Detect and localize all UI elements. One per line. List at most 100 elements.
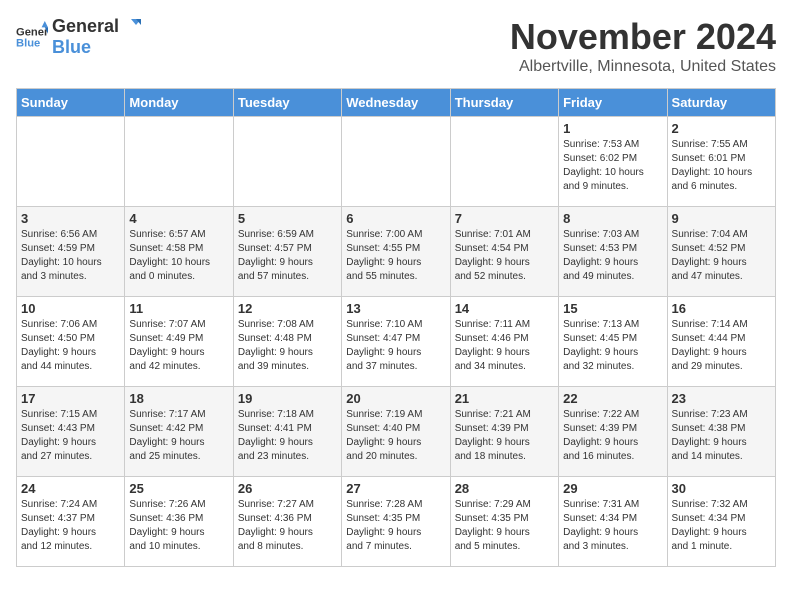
day-number: 1 — [563, 121, 662, 136]
day-info: Sunrise: 7:29 AM Sunset: 4:35 PM Dayligh… — [455, 498, 554, 554]
day-info: Sunrise: 7:01 AM Sunset: 4:54 PM Dayligh… — [455, 228, 554, 284]
day-info: Sunrise: 7:27 AM Sunset: 4:36 PM Dayligh… — [238, 498, 337, 554]
day-number: 6 — [346, 211, 445, 226]
day-info: Sunrise: 7:32 AM Sunset: 4:34 PM Dayligh… — [672, 498, 771, 554]
day-info: Sunrise: 7:26 AM Sunset: 4:36 PM Dayligh… — [129, 498, 228, 554]
logo-blue-text: Blue — [52, 37, 141, 58]
day-info: Sunrise: 7:28 AM Sunset: 4:35 PM Dayligh… — [346, 498, 445, 554]
day-info: Sunrise: 7:22 AM Sunset: 4:39 PM Dayligh… — [563, 408, 662, 464]
table-row: 7 Sunrise: 7:01 AM Sunset: 4:54 PM Daylig… — [450, 207, 558, 297]
table-row: 22 Sunrise: 7:22 AM Sunset: 4:39 PM Dayli… — [559, 387, 667, 477]
table-row: 26 Sunrise: 7:27 AM Sunset: 4:36 PM Dayli… — [233, 477, 341, 567]
day-number: 26 — [238, 481, 337, 496]
day-number: 15 — [563, 301, 662, 316]
header-friday: Friday — [559, 89, 667, 117]
table-row: 28Sunrise: 7:29 AM Sunset: 4:35 PM Dayli… — [450, 477, 558, 567]
table-row: 4 Sunrise: 6:57 AM Sunset: 4:58 PM Daylig… — [125, 207, 233, 297]
day-number: 13 — [346, 301, 445, 316]
table-row: 15 Sunrise: 7:13 AM Sunset: 4:45 PM Dayli… — [559, 297, 667, 387]
calendar-header-row: Sunday Monday Tuesday Wednesday Thursday… — [17, 89, 776, 117]
day-number: 14 — [455, 301, 554, 316]
day-number: 3 — [21, 211, 120, 226]
day-info: Sunrise: 7:18 AM Sunset: 4:41 PM Dayligh… — [238, 408, 337, 464]
header-wednesday: Wednesday — [342, 89, 450, 117]
table-row: 8Sunrise: 7:03 AM Sunset: 4:53 PM Daylig… — [559, 207, 667, 297]
day-info: Sunrise: 6:56 AM Sunset: 4:59 PM Dayligh… — [21, 228, 120, 284]
logo-general-text: General — [52, 16, 119, 37]
day-number: 29 — [563, 481, 662, 496]
calendar-week-3: 10Sunrise: 7:06 AM Sunset: 4:50 PM Dayli… — [17, 297, 776, 387]
day-number: 23 — [672, 391, 771, 406]
day-info: Sunrise: 7:14 AM Sunset: 4:44 PM Dayligh… — [672, 318, 771, 374]
day-number: 19 — [238, 391, 337, 406]
day-number: 12 — [238, 301, 337, 316]
day-info: Sunrise: 6:57 AM Sunset: 4:58 PM Dayligh… — [129, 228, 228, 284]
day-info: Sunrise: 6:59 AM Sunset: 4:57 PM Dayligh… — [238, 228, 337, 284]
day-number: 4 — [129, 211, 228, 226]
calendar-week-2: 3 Sunrise: 6:56 AM Sunset: 4:59 PM Daylig… — [17, 207, 776, 297]
day-number: 8 — [563, 211, 662, 226]
header-sunday: Sunday — [17, 89, 125, 117]
table-row: 20Sunrise: 7:19 AM Sunset: 4:40 PM Dayli… — [342, 387, 450, 477]
table-row: 6 Sunrise: 7:00 AM Sunset: 4:55 PM Daylig… — [342, 207, 450, 297]
table-row: 3 Sunrise: 6:56 AM Sunset: 4:59 PM Daylig… — [17, 207, 125, 297]
day-number: 7 — [455, 211, 554, 226]
day-info: Sunrise: 7:53 AM Sunset: 6:02 PM Dayligh… — [563, 138, 662, 194]
day-number: 2 — [672, 121, 771, 136]
table-row: 29 Sunrise: 7:31 AM Sunset: 4:34 PM Dayli… — [559, 477, 667, 567]
header-thursday: Thursday — [450, 89, 558, 117]
day-info: Sunrise: 7:55 AM Sunset: 6:01 PM Dayligh… — [672, 138, 771, 194]
table-row: 21 Sunrise: 7:21 AM Sunset: 4:39 PM Dayli… — [450, 387, 558, 477]
day-number: 25 — [129, 481, 228, 496]
day-info: Sunrise: 7:13 AM Sunset: 4:45 PM Dayligh… — [563, 318, 662, 374]
day-number: 27 — [346, 481, 445, 496]
table-row: 9 Sunrise: 7:04 AM Sunset: 4:52 PM Daylig… — [667, 207, 775, 297]
day-info: Sunrise: 7:10 AM Sunset: 4:47 PM Dayligh… — [346, 318, 445, 374]
day-number: 22 — [563, 391, 662, 406]
day-info: Sunrise: 7:31 AM Sunset: 4:34 PM Dayligh… — [563, 498, 662, 554]
table-row — [342, 117, 450, 207]
logo-bird-icon — [121, 17, 141, 37]
day-info: Sunrise: 7:19 AM Sunset: 4:40 PM Dayligh… — [346, 408, 445, 464]
header-tuesday: Tuesday — [233, 89, 341, 117]
table-row: 25 Sunrise: 7:26 AM Sunset: 4:36 PM Dayli… — [125, 477, 233, 567]
svg-text:General: General — [16, 26, 48, 38]
day-number: 17 — [21, 391, 120, 406]
table-row: 17 Sunrise: 7:15 AM Sunset: 4:43 PM Dayli… — [17, 387, 125, 477]
day-number: 30 — [672, 481, 771, 496]
table-row — [125, 117, 233, 207]
day-info: Sunrise: 7:04 AM Sunset: 4:52 PM Dayligh… — [672, 228, 771, 284]
table-row: 1 Sunrise: 7:53 AM Sunset: 6:02 PM Daylig… — [559, 117, 667, 207]
table-row: 24 Sunrise: 7:24 AM Sunset: 4:37 PM Dayli… — [17, 477, 125, 567]
day-number: 11 — [129, 301, 228, 316]
day-info: Sunrise: 7:11 AM Sunset: 4:46 PM Dayligh… — [455, 318, 554, 374]
header-monday: Monday — [125, 89, 233, 117]
day-info: Sunrise: 7:08 AM Sunset: 4:48 PM Dayligh… — [238, 318, 337, 374]
calendar-week-5: 24 Sunrise: 7:24 AM Sunset: 4:37 PM Dayli… — [17, 477, 776, 567]
day-info: Sunrise: 7:15 AM Sunset: 4:43 PM Dayligh… — [21, 408, 120, 464]
header-saturday: Saturday — [667, 89, 775, 117]
day-info: Sunrise: 7:24 AM Sunset: 4:37 PM Dayligh… — [21, 498, 120, 554]
day-number: 16 — [672, 301, 771, 316]
day-number: 24 — [21, 481, 120, 496]
table-row: 13 Sunrise: 7:10 AM Sunset: 4:47 PM Dayli… — [342, 297, 450, 387]
table-row: 10Sunrise: 7:06 AM Sunset: 4:50 PM Dayli… — [17, 297, 125, 387]
table-row — [450, 117, 558, 207]
day-info: Sunrise: 7:17 AM Sunset: 4:42 PM Dayligh… — [129, 408, 228, 464]
day-number: 18 — [129, 391, 228, 406]
location-subtitle: Albertville, Minnesota, United States — [510, 58, 776, 76]
table-row: 27 Sunrise: 7:28 AM Sunset: 4:35 PM Dayli… — [342, 477, 450, 567]
title-area: November 2024 Albertville, Minnesota, Un… — [510, 16, 776, 76]
day-info: Sunrise: 7:00 AM Sunset: 4:55 PM Dayligh… — [346, 228, 445, 284]
day-number: 9 — [672, 211, 771, 226]
table-row — [233, 117, 341, 207]
day-info: Sunrise: 7:07 AM Sunset: 4:49 PM Dayligh… — [129, 318, 228, 374]
page-header: General Blue General Blue November 2024 … — [16, 16, 776, 76]
day-info: Sunrise: 7:21 AM Sunset: 4:39 PM Dayligh… — [455, 408, 554, 464]
logo: General Blue General Blue — [16, 16, 141, 58]
day-number: 5 — [238, 211, 337, 226]
svg-text:Blue: Blue — [16, 38, 40, 50]
day-number: 21 — [455, 391, 554, 406]
table-row: 2 Sunrise: 7:55 AM Sunset: 6:01 PM Daylig… — [667, 117, 775, 207]
month-title: November 2024 — [510, 16, 776, 58]
